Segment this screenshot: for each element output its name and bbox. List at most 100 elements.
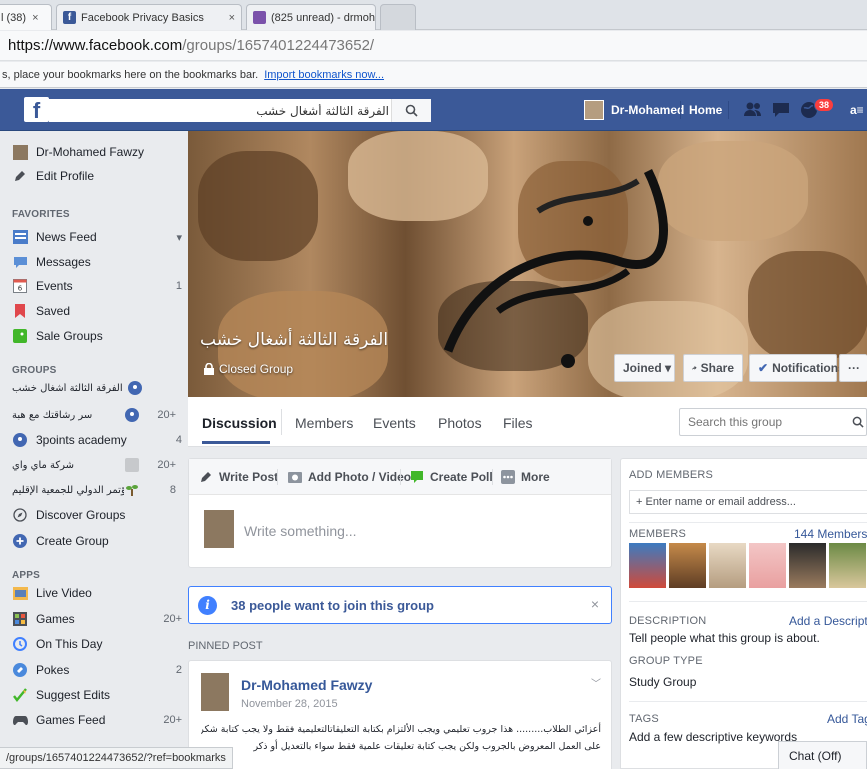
tab-photos[interactable]: Photos — [438, 415, 482, 431]
checkmark-pencil-icon — [12, 687, 28, 703]
group-photo-icon — [124, 457, 140, 473]
sidebar-item-label: Sale Groups — [36, 329, 103, 343]
add-members-input[interactable]: + Enter name or email address... — [629, 490, 867, 514]
messages-icon[interactable] — [770, 99, 792, 121]
member-thumbnails — [629, 543, 867, 588]
divider — [629, 701, 867, 702]
more-options-button[interactable]: ··· — [839, 354, 867, 382]
sidebar-item-sale-groups[interactable]: Sale Groups — [12, 324, 182, 348]
search-button[interactable] — [391, 99, 431, 122]
share-label: Share — [700, 361, 734, 375]
sidebar-item-label: Suggest Edits — [36, 688, 111, 702]
close-icon[interactable]: × — [32, 12, 38, 24]
sidebar-item-messages[interactable]: Messages — [12, 250, 182, 274]
import-bookmarks-link[interactable]: Import bookmarks now... — [264, 69, 384, 81]
sidebar-item-on-this-day[interactable]: On This Day — [12, 632, 182, 656]
search-icon[interactable] — [852, 416, 864, 428]
count-badge: 20+ — [157, 409, 176, 421]
group-search-input[interactable] — [680, 409, 840, 435]
add-description-link[interactable]: Add a Description — [789, 614, 867, 628]
member-photo[interactable] — [629, 543, 666, 588]
sidebar-item-label: الفرقة الثالثة أشغال خشب — [12, 382, 123, 394]
more-tab[interactable]: More — [501, 470, 550, 484]
facebook-favicon-icon: f — [63, 11, 76, 24]
pinned-post-label: PINNED POST — [188, 640, 263, 652]
tab-members[interactable]: Members — [295, 415, 353, 431]
close-icon[interactable]: × — [229, 12, 235, 24]
search-input[interactable] — [49, 99, 389, 122]
notifications-button[interactable]: ✔ Notifications — [749, 354, 845, 382]
members-count-link[interactable]: 144 Members — [794, 527, 867, 541]
add-photo-video-tab[interactable]: Add Photo / Video — [288, 470, 411, 484]
sidebar-item-create-group[interactable]: Create Group — [12, 529, 182, 553]
avatar[interactable] — [201, 673, 229, 711]
poll-icon — [411, 471, 423, 483]
create-poll-tab[interactable]: Create Poll — [410, 470, 493, 484]
dropdown-caret-icon[interactable]: ▾ — [154, 231, 182, 244]
user-avatar[interactable] — [584, 100, 604, 120]
tab-label: Write Post — [219, 470, 279, 484]
new-tab-button[interactable] — [380, 4, 416, 30]
post-author[interactable]: Dr-Mohamed Fawzy — [241, 677, 372, 693]
sidebar-item-events[interactable]: 6 Events 1 — [12, 274, 182, 298]
browser-tab-mail[interactable]: (825 unread) - drmohame × — [246, 4, 376, 30]
sidebar-item-pokes[interactable]: Pokes 2 — [12, 658, 182, 682]
sidebar-profile[interactable]: Dr-Mohamed Fawzy — [12, 140, 182, 164]
close-icon[interactable]: × — [591, 596, 599, 612]
post-timestamp[interactable]: November 28, 2015 — [241, 698, 338, 710]
news-feed-icon — [12, 229, 28, 245]
sidebar-item-games[interactable]: Games 20+ — [12, 607, 182, 631]
chevron-down-icon[interactable]: ﹀ — [591, 675, 601, 690]
tab-files[interactable]: Files — [503, 415, 533, 431]
write-something-input[interactable]: Write something... — [244, 523, 357, 539]
member-photo[interactable] — [829, 543, 866, 588]
tab-divider — [492, 469, 493, 485]
member-photo[interactable] — [709, 543, 746, 588]
svg-text:6: 6 — [18, 285, 23, 293]
member-photo[interactable] — [669, 543, 706, 588]
sidebar-item-games-feed[interactable]: Games Feed 20+ — [12, 708, 182, 732]
browser-tab-facebook-group[interactable]: l (38) × — [0, 4, 52, 30]
sidebar-item-group-myway[interactable]: شركة ماي واي 20+ — [12, 453, 182, 477]
tab-events[interactable]: Events — [373, 415, 416, 431]
url-path: /groups/1657401224473652/ — [182, 37, 375, 54]
write-post-tab[interactable]: Write Post — [199, 470, 278, 484]
avatar — [12, 144, 28, 160]
sidebar-item-news-feed[interactable]: News Feed ▾ — [12, 225, 182, 249]
tab-discussion[interactable]: Discussion — [202, 415, 277, 431]
sidebar-item-saved[interactable]: Saved — [12, 299, 182, 323]
calendar-icon: 6 — [12, 278, 28, 294]
member-photo[interactable] — [789, 543, 826, 588]
sidebar-item-group-conference[interactable]: المؤتمر الدولي للجمعية الإقليم... 8 — [12, 478, 182, 502]
member-photo[interactable] — [749, 543, 786, 588]
add-tags-link[interactable]: Add Tags — [827, 712, 867, 726]
tab-divider — [277, 469, 278, 485]
sidebar-edit-profile[interactable]: Edit Profile — [12, 164, 182, 188]
post-composer: Write Post Add Photo / Video Create Poll… — [188, 458, 612, 568]
address-bar[interactable]: https://www.facebook.com/groups/16574012… — [0, 31, 867, 61]
pending-members-notice[interactable]: i 38 people want to join this group × — [188, 586, 612, 624]
quick-help-icon[interactable]: a≡ — [850, 103, 864, 117]
group-type-value: Study Group — [629, 675, 697, 689]
browser-tab-privacy-basics[interactable]: f Facebook Privacy Basics × — [56, 4, 242, 30]
sidebar-item-group-3points[interactable]: 3points academy 4 — [12, 428, 182, 452]
group-name[interactable]: الفرقة الثالثة أشغال خشب — [200, 330, 388, 350]
profile-link[interactable]: Dr-Mohamed — [611, 103, 684, 117]
home-link[interactable]: Home — [689, 103, 722, 117]
facebook-logo[interactable]: f — [24, 97, 49, 123]
chat-sidebar-toggle[interactable]: Chat (Off) — [778, 741, 867, 769]
pending-members-text[interactable]: 38 people want to join this group — [231, 598, 434, 613]
sidebar-item-live-video[interactable]: Live Video — [12, 581, 182, 605]
sidebar-item-suggest-edits[interactable]: Suggest Edits — [12, 683, 182, 707]
joined-button[interactable]: Joined ▾ — [614, 354, 675, 382]
search-icon — [405, 104, 418, 117]
sidebar-item-label: سر رشاقتك مع هبة — [12, 409, 93, 421]
messages-icon — [12, 254, 28, 270]
bookmarks-bar: s, place your bookmarks here on the book… — [0, 62, 867, 88]
sidebar-item-discover-groups[interactable]: Discover Groups — [12, 503, 182, 527]
sidebar-item-group-fitness[interactable]: سر رشاقتك مع هبة 20+ — [12, 403, 182, 427]
friend-requests-icon[interactable] — [742, 99, 764, 121]
sidebar-item-label: Games — [36, 612, 75, 626]
share-button[interactable]: Share — [683, 354, 743, 382]
sidebar-item-group-woodwork[interactable]: الفرقة الثالثة أشغال خشب — [12, 376, 182, 400]
